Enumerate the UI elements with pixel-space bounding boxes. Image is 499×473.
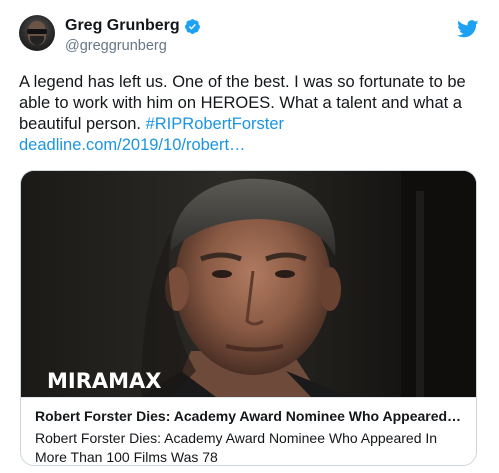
author-info[interactable]: Greg Grunberg @greggrunberg xyxy=(65,15,201,54)
tweet-header: Greg Grunberg @greggrunberg xyxy=(19,15,479,59)
hashtag-link[interactable]: #RIPRobertForster xyxy=(146,115,284,133)
tweet-card: Greg Grunberg @greggrunberg A legend has… xyxy=(0,0,499,473)
tweet-url-link[interactable]: deadline.com/2019/10/robert… xyxy=(19,135,481,156)
twitter-bird-icon[interactable] xyxy=(457,20,479,38)
card-title[interactable]: Robert Forster Dies: Academy Award Nomin… xyxy=(35,407,464,425)
card-image[interactable]: MIRAMAX xyxy=(21,171,476,397)
card-description: Robert Forster Dies: Academy Award Nomin… xyxy=(35,430,438,465)
author-handle[interactable]: @greggrunberg xyxy=(65,38,201,54)
link-preview-card[interactable]: MIRAMAX Robert Forster Dies: Academy Awa… xyxy=(20,170,477,466)
author-display-name[interactable]: Greg Grunberg xyxy=(65,17,180,35)
verified-badge-icon xyxy=(184,18,200,34)
avatar[interactable] xyxy=(19,15,55,51)
tweet-text: A legend has left us. One of the best. I… xyxy=(19,72,481,156)
card-body[interactable]: Robert Forster Dies: Academy Award Nomin… xyxy=(21,397,476,465)
miramax-logo: MIRAMAX xyxy=(47,369,162,393)
portrait-image xyxy=(21,171,476,397)
